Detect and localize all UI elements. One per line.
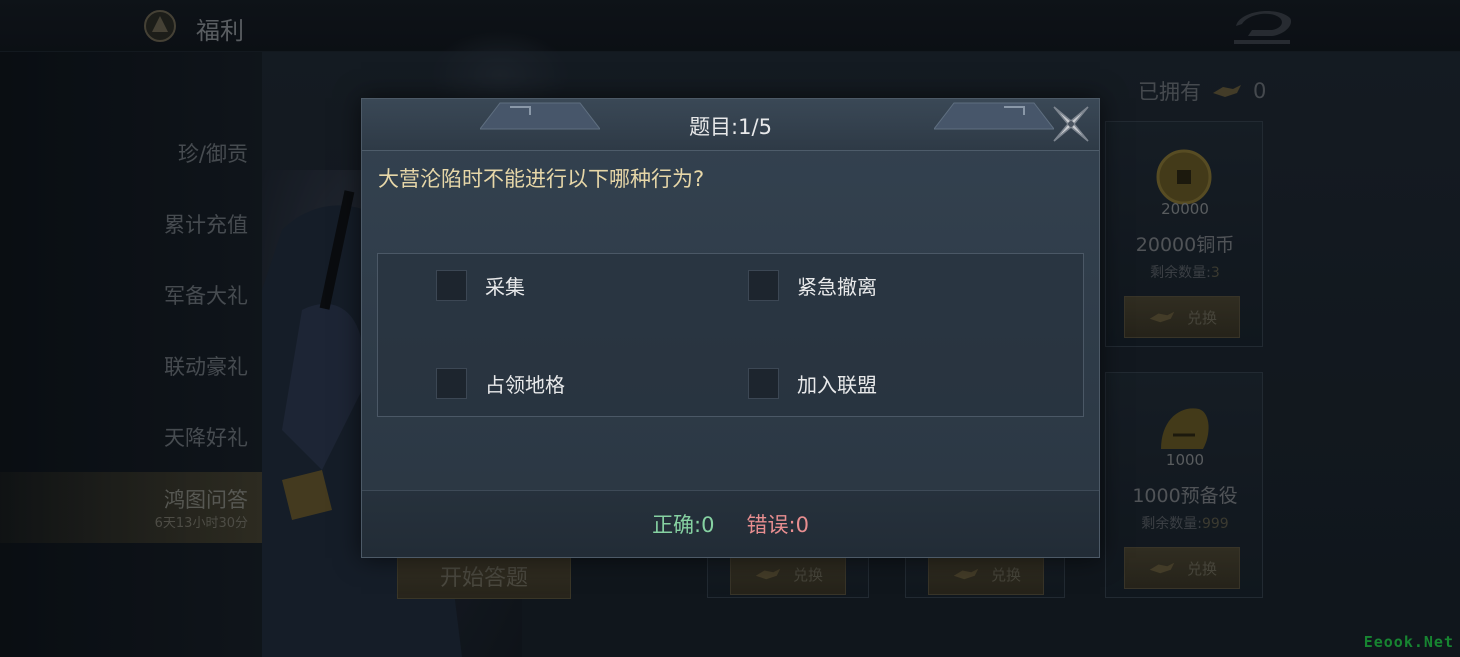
score-bar: 正确:0 错误:0 bbox=[362, 490, 1099, 557]
option-label: 紧急撤离 bbox=[797, 275, 877, 299]
option-evacuate[interactable]: 紧急撤离 bbox=[748, 270, 877, 301]
close-icon[interactable] bbox=[1048, 101, 1094, 147]
question-text: 大营沦陷时不能进行以下哪种行为? bbox=[378, 167, 705, 191]
option-label: 加入联盟 bbox=[797, 373, 877, 397]
correct-count: 正确:0 bbox=[652, 513, 715, 537]
option-label: 占领地格 bbox=[485, 373, 565, 397]
wrong-count: 错误:0 bbox=[746, 513, 809, 537]
options-panel: 采集 紧急撤离 占领地格 加入联盟 bbox=[377, 253, 1084, 417]
option-checkbox[interactable] bbox=[436, 270, 467, 301]
option-gather[interactable]: 采集 bbox=[436, 270, 525, 301]
option-checkbox[interactable] bbox=[748, 368, 779, 399]
option-checkbox[interactable] bbox=[436, 368, 467, 399]
option-checkbox[interactable] bbox=[748, 270, 779, 301]
dialog-title: 题目:1/5 bbox=[689, 115, 772, 139]
quiz-dialog: 题目:1/5 大营沦陷时不能进行以下哪种行为? 采集 紧急撤离 占领地格 加入联… bbox=[361, 98, 1100, 558]
option-join-alliance[interactable]: 加入联盟 bbox=[748, 368, 877, 399]
dialog-header: 题目:1/5 bbox=[362, 99, 1099, 151]
option-label: 采集 bbox=[485, 275, 525, 299]
option-occupy-tile[interactable]: 占领地格 bbox=[436, 368, 565, 399]
